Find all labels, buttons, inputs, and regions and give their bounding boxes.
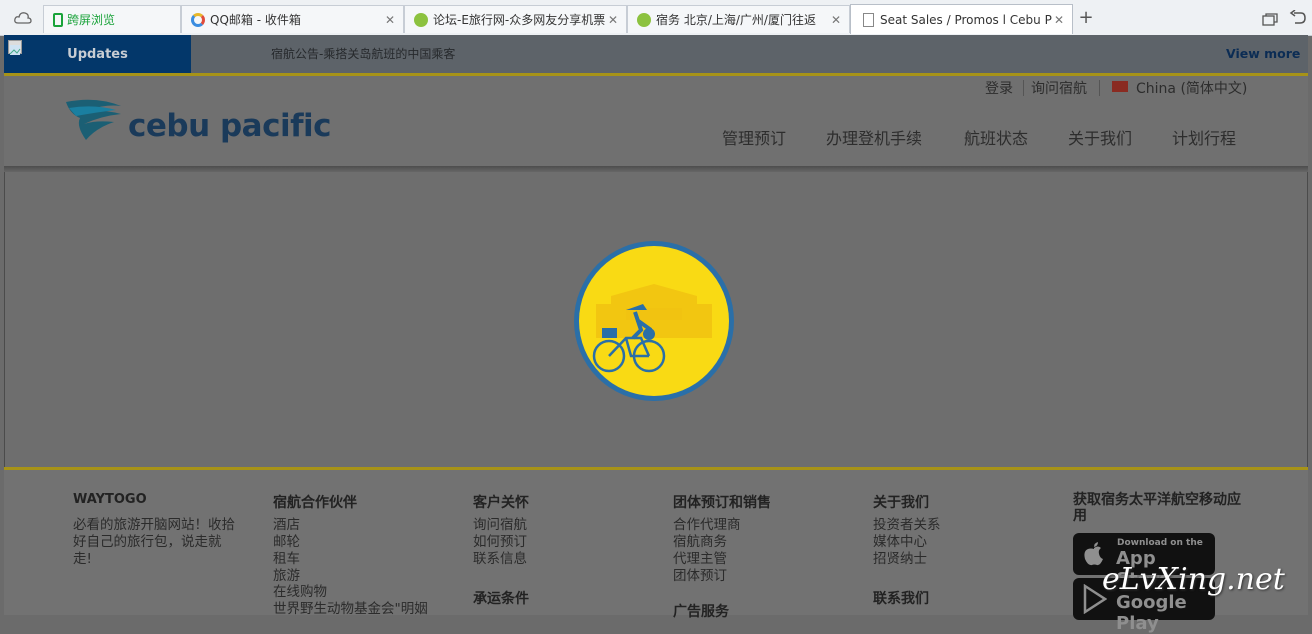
footer-link[interactable]: 邮轮 bbox=[273, 534, 300, 551]
footer-link[interactable]: 媒体中心 bbox=[873, 534, 927, 551]
footer-heading[interactable]: 承运条件 bbox=[473, 588, 529, 608]
view-more-link[interactable]: View more bbox=[1226, 46, 1300, 61]
footer-text: 好自己的旅行包，说走就 bbox=[73, 534, 222, 550]
updates-label: Updates bbox=[4, 35, 191, 74]
undo-icon[interactable] bbox=[1289, 9, 1307, 26]
nav-plan-trip[interactable]: 计划行程 bbox=[1172, 125, 1236, 149]
footer-heading: 关于我们 bbox=[873, 495, 929, 511]
app-store-small: Download on the bbox=[1117, 538, 1203, 548]
login-link[interactable]: 登录 bbox=[985, 78, 1013, 98]
nav-manage-booking[interactable]: 管理预订 bbox=[722, 125, 786, 149]
footer-link[interactable]: 在线购物 bbox=[273, 584, 327, 601]
footer-heading[interactable]: 联系我们 bbox=[873, 588, 929, 608]
footer-text: 必看的旅游开脑网站！收拾 bbox=[73, 517, 235, 533]
updates-bar bbox=[4, 35, 1308, 74]
close-icon[interactable]: ✕ bbox=[829, 13, 843, 27]
updates-message[interactable]: 宿航公告-乘搭关岛航班的中国乘客 bbox=[271, 45, 455, 62]
cloud-icon[interactable] bbox=[14, 10, 32, 24]
divider bbox=[1099, 80, 1100, 96]
tab-label: 宿务 北京/上海/广州/厦门往返 bbox=[656, 13, 816, 27]
nav-flight-status[interactable]: 航班状态 bbox=[964, 125, 1028, 149]
tab-cebu-route[interactable]: 宿务 北京/上海/广州/厦门往返 ✕ bbox=[627, 5, 850, 33]
footer-link[interactable]: 旅游 bbox=[273, 568, 300, 585]
tab-label: Seat Sales / Promos l Cebu Pacific bbox=[880, 12, 1052, 27]
e-travel-icon bbox=[414, 12, 428, 27]
footer-link[interactable]: 世界野生动物基金会"明姻 bbox=[273, 601, 428, 618]
tab-cross-screen[interactable]: 跨屏浏览 bbox=[43, 5, 181, 33]
footer-link[interactable]: 询问宿航 bbox=[473, 517, 527, 534]
footer-heading: 获取宿务太平洋航空移动应用 bbox=[1073, 492, 1241, 524]
country-selector[interactable]: China (简体中文) bbox=[1136, 78, 1247, 98]
footer-link[interactable]: 招贤纳士 bbox=[873, 551, 927, 568]
footer-link[interactable]: 代理主管 bbox=[673, 551, 727, 568]
ask-cebu-link[interactable]: 询问宿航 bbox=[1031, 78, 1087, 98]
footer-link[interactable]: 投资者关系 bbox=[873, 517, 941, 534]
footer-link[interactable]: 酒店 bbox=[273, 517, 300, 534]
footer-link[interactable]: 如何预订 bbox=[473, 534, 527, 551]
nav-check-in[interactable]: 办理登机手续 bbox=[826, 125, 922, 149]
header-shadow bbox=[4, 166, 1308, 172]
footer-text: 走! bbox=[73, 551, 92, 567]
tab-forum[interactable]: 论坛-E旅行网-众多网友分享机票 ✕ bbox=[404, 5, 627, 33]
footer-heading: 团体预订和销售 bbox=[673, 495, 771, 511]
new-tab-button[interactable]: + bbox=[1077, 7, 1095, 29]
loading-cyclist-icon bbox=[571, 238, 737, 404]
e-travel-icon bbox=[637, 12, 651, 27]
tab-label: QQ邮箱 - 收件箱 bbox=[210, 13, 301, 27]
tab-seat-sales[interactable]: Seat Sales / Promos l Cebu Pacific ✕ bbox=[850, 4, 1073, 34]
document-icon bbox=[863, 12, 874, 27]
watermark: eLvXing.net bbox=[1102, 562, 1285, 597]
close-icon[interactable]: ✕ bbox=[383, 13, 397, 27]
footer-heading: WAYTOGO bbox=[73, 492, 147, 507]
restore-window-icon[interactable] bbox=[1262, 12, 1278, 26]
footer-link[interactable]: 租车 bbox=[273, 551, 300, 568]
footer-heading: 客户关怀 bbox=[473, 495, 529, 511]
qq-mail-icon bbox=[191, 12, 205, 27]
divider bbox=[1023, 80, 1024, 96]
close-icon[interactable]: ✕ bbox=[606, 13, 620, 27]
footer-link[interactable]: 宿航商务 bbox=[673, 534, 727, 551]
close-icon[interactable]: ✕ bbox=[1052, 13, 1066, 27]
browser-tab-bar: 跨屏浏览 QQ邮箱 - 收件箱 ✕ 论坛-E旅行网-众多网友分享机票 ✕ 宿务 … bbox=[0, 0, 1312, 36]
google-play-label: Google Play bbox=[1116, 592, 1187, 634]
footer-heading[interactable]: 广告服务 bbox=[673, 601, 729, 621]
logo-text: cebu pacific bbox=[128, 108, 332, 144]
broken-image-icon bbox=[8, 40, 22, 55]
china-flag-icon bbox=[1112, 81, 1128, 92]
footer-link[interactable]: 团体预订 bbox=[673, 568, 727, 585]
tab-qq-mail[interactable]: QQ邮箱 - 收件箱 ✕ bbox=[181, 5, 404, 33]
footer-heading: 宿航合作伙伴 bbox=[273, 495, 357, 511]
footer-link[interactable]: 联系信息 bbox=[473, 551, 527, 568]
tab-label: 跨屏浏览 bbox=[67, 13, 116, 27]
phone-icon bbox=[53, 12, 63, 27]
nav-about-us[interactable]: 关于我们 bbox=[1068, 125, 1132, 149]
tab-label: 论坛-E旅行网-众多网友分享机票 bbox=[433, 13, 606, 27]
footer-link[interactable]: 合作代理商 bbox=[673, 517, 741, 534]
